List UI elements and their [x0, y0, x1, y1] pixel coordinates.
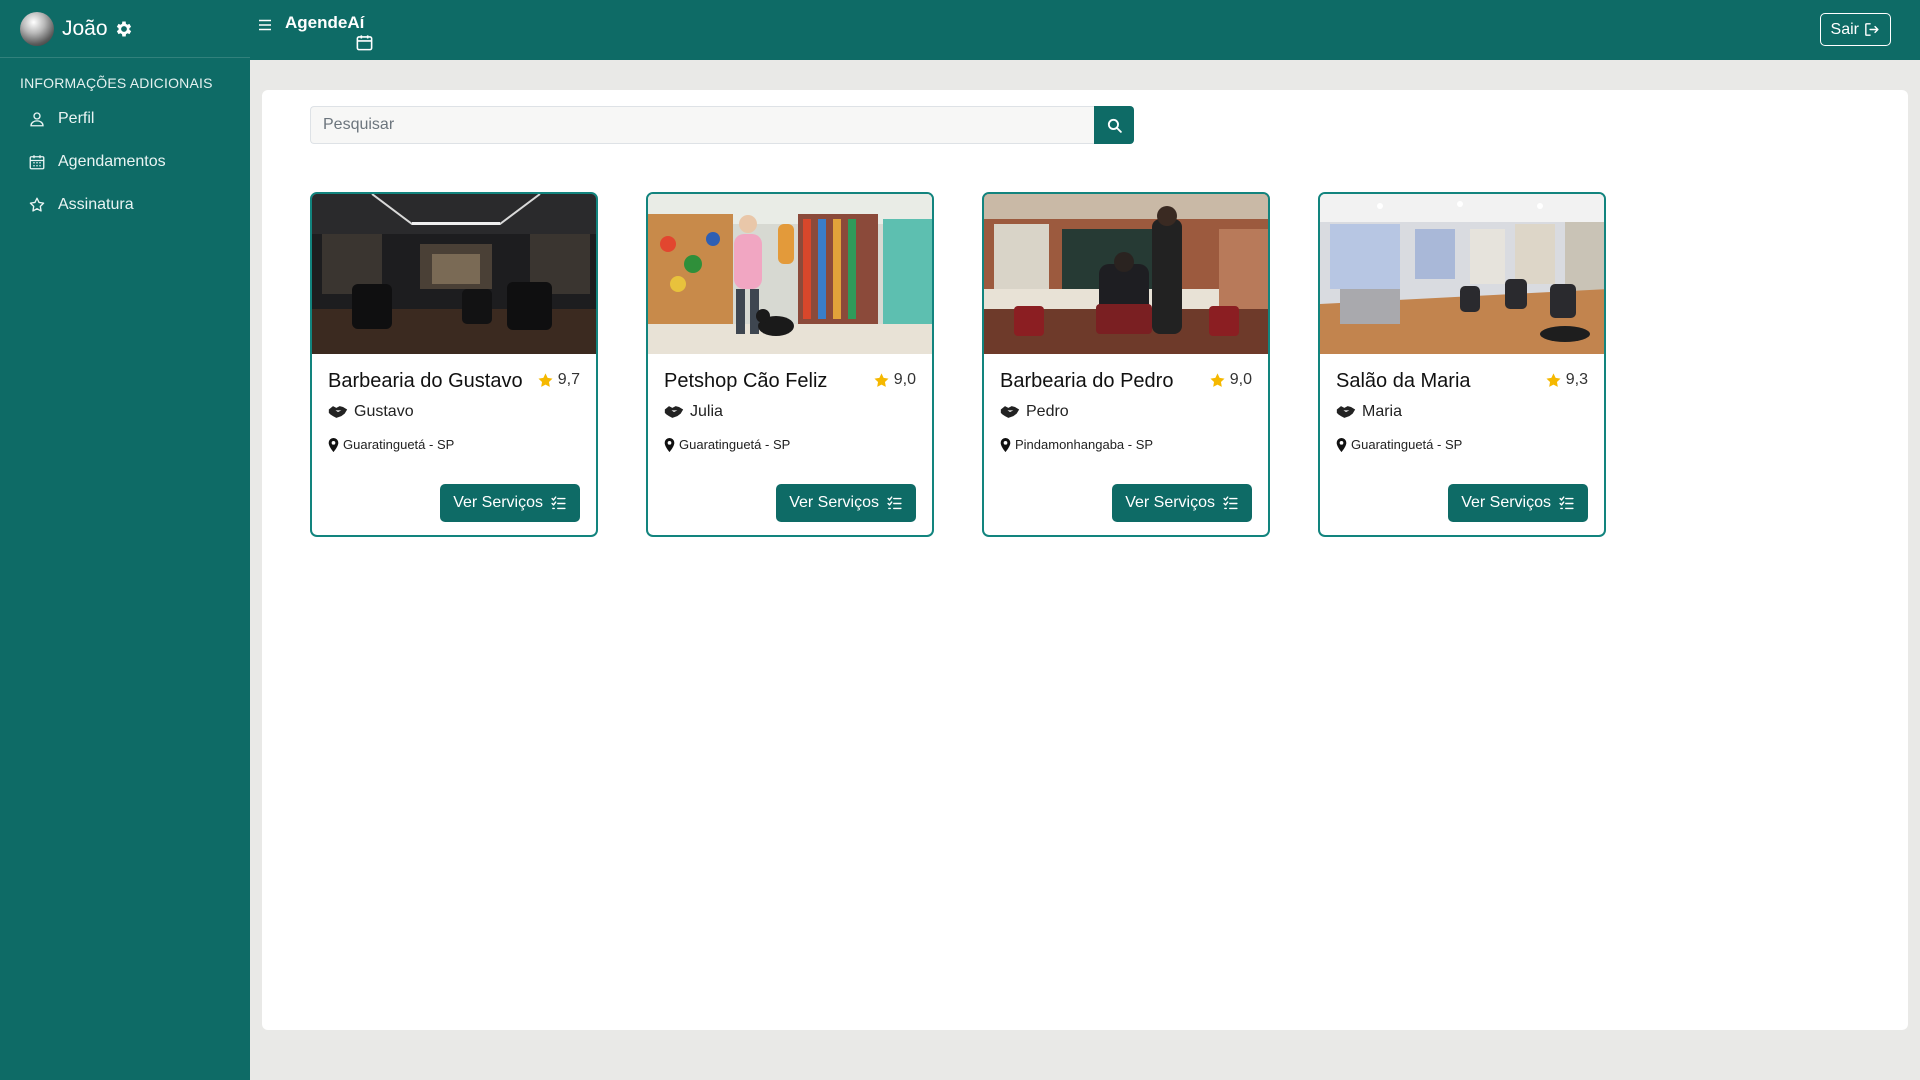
establishment-name: Petshop Cão Feliz	[664, 370, 828, 392]
view-services-button[interactable]: Ver Serviços	[776, 484, 916, 522]
view-services-button[interactable]: Ver Serviços	[1112, 484, 1252, 522]
city-name: Guaratinguetá - SP	[1351, 437, 1463, 452]
view-services-label: Ver Serviços	[1461, 494, 1551, 511]
location: Guaratinguetá - SP	[664, 437, 790, 452]
owner-name: Pedro	[1026, 403, 1069, 420]
establishment-photo	[648, 194, 932, 354]
establishment-photo	[312, 194, 596, 354]
location: Pindamonhangaba - SP	[1000, 437, 1153, 452]
map-pin-icon	[1000, 437, 1011, 452]
establishment-name: Salão da Maria	[1336, 370, 1471, 392]
search-input[interactable]	[310, 106, 1095, 144]
star-icon	[1210, 372, 1225, 387]
handshake-icon	[1336, 406, 1356, 418]
owner-name: Gustavo	[354, 403, 414, 420]
establishment-card: Petshop Cão Feliz 9,0 Julia Guaratinguet…	[646, 192, 934, 537]
star-icon	[874, 372, 889, 387]
view-services-label: Ver Serviços	[453, 494, 543, 511]
search-button[interactable]	[1094, 106, 1134, 144]
establishment-photo	[984, 194, 1268, 354]
establishment-card: Barbearia do Pedro 9,0 Pedro Pindamonhan…	[982, 192, 1270, 537]
calendar-icon	[29, 154, 45, 169]
establishment-name: Barbearia do Gustavo	[328, 370, 523, 392]
rating-value: 9,3	[1565, 371, 1588, 388]
sidebar-item-agendamentos[interactable]: Agendamentos	[0, 140, 250, 183]
sidebar: João INFORMAÇÕES ADICIONAIS Perfil Agend…	[0, 0, 250, 1080]
view-services-label: Ver Serviços	[789, 494, 879, 511]
map-pin-icon	[664, 437, 675, 452]
checklist-icon	[1223, 495, 1238, 509]
sidebar-section-title: INFORMAÇÕES ADICIONAIS	[20, 75, 213, 91]
checklist-icon	[551, 495, 566, 509]
owner: Maria	[1336, 403, 1402, 421]
sidebar-user-header: João	[0, 0, 250, 58]
view-services-button[interactable]: Ver Serviços	[440, 484, 580, 522]
handshake-icon	[1000, 406, 1020, 418]
sidebar-item-perfil[interactable]: Perfil	[0, 97, 250, 140]
location: Guaratinguetá - SP	[1336, 437, 1462, 452]
handshake-icon	[664, 406, 684, 418]
sidebar-item-label: Assinatura	[58, 195, 134, 213]
rating: 9,7	[537, 371, 580, 389]
menu-icon[interactable]	[257, 17, 273, 33]
sidebar-item-assinatura[interactable]: Assinatura	[0, 183, 250, 226]
establishment-card: Barbearia do Gustavo 9,7 Gustavo Guarati…	[310, 192, 598, 537]
logout-label: Sair	[1830, 20, 1859, 38]
rating: 9,0	[1209, 371, 1252, 389]
city-name: Pindamonhangaba - SP	[1015, 437, 1154, 452]
gear-icon[interactable]	[114, 19, 134, 39]
owner: Gustavo	[328, 403, 414, 421]
owner: Pedro	[1000, 403, 1069, 421]
view-services-label: Ver Serviços	[1125, 494, 1215, 511]
owner-name: Julia	[690, 403, 723, 420]
sidebar-item-label: Perfil	[58, 109, 95, 127]
city-name: Guaratinguetá - SP	[343, 437, 455, 452]
user-icon	[30, 111, 44, 126]
owner: Julia	[664, 403, 723, 421]
main-panel: Barbearia do Gustavo 9,7 Gustavo Guarati…	[262, 90, 1908, 1030]
checklist-icon	[1559, 495, 1574, 509]
checklist-icon	[887, 495, 902, 509]
location: Guaratinguetá - SP	[328, 437, 454, 452]
map-pin-icon	[1336, 437, 1347, 452]
calendar-icon	[356, 35, 373, 51]
brand-name[interactable]: AgendeAí	[285, 13, 364, 33]
establishment-photo	[1320, 194, 1604, 354]
sidebar-item-label: Agendamentos	[58, 152, 166, 170]
rating-value: 9,0	[1229, 371, 1252, 388]
rating-value: 9,7	[557, 371, 580, 388]
owner-name: Maria	[1362, 403, 1403, 420]
view-services-button[interactable]: Ver Serviços	[1448, 484, 1588, 522]
establishment-list: Barbearia do Gustavo 9,7 Gustavo Guarati…	[310, 192, 1606, 537]
logout-icon	[1865, 23, 1879, 36]
search-icon	[1107, 118, 1122, 133]
search-bar	[310, 106, 1134, 144]
avatar[interactable]	[20, 11, 54, 46]
star-icon	[538, 372, 553, 387]
map-pin-icon	[328, 437, 339, 452]
topbar: AgendeAí Sair	[250, 0, 1920, 60]
logout-button[interactable]: Sair	[1819, 13, 1891, 46]
establishment-name: Barbearia do Pedro	[1000, 370, 1174, 392]
rating: 9,3	[1545, 371, 1588, 389]
sidebar-nav: Perfil Agendamentos Assinatura	[0, 97, 250, 226]
handshake-icon	[328, 406, 348, 418]
rating-value: 9,0	[893, 371, 916, 388]
user-name: João	[62, 16, 108, 40]
rating: 9,0	[873, 371, 916, 389]
star-icon	[29, 197, 45, 212]
establishment-card: Salão da Maria 9,3 Maria Guaratinguetá -…	[1318, 192, 1606, 537]
city-name: Guaratinguetá - SP	[679, 437, 791, 452]
star-icon	[1546, 372, 1561, 387]
